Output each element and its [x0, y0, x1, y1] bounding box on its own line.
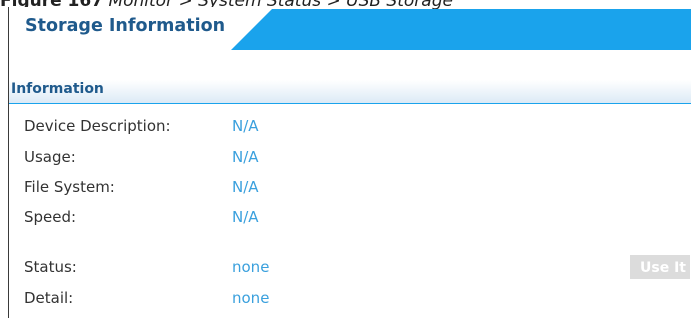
use-it-button[interactable]: Use It	[630, 255, 690, 279]
info-row-speed: Speed: N/A	[9, 203, 691, 231]
tab-corner	[231, 9, 272, 50]
field-label: Speed:	[24, 208, 77, 226]
info-row-usage: Usage: N/A	[9, 143, 691, 171]
field-label: Detail:	[24, 289, 74, 307]
tab-label: Storage Information	[25, 16, 226, 36]
field-value: none	[232, 258, 270, 276]
section-title: Information	[11, 81, 104, 97]
field-label: Device Description:	[24, 117, 171, 135]
field-value: none	[232, 289, 270, 307]
info-row-status: Status: none	[9, 253, 691, 281]
section-header: Information	[9, 80, 691, 104]
info-row-file-system: File System: N/A	[9, 173, 691, 201]
tab-storage-information[interactable]: Storage Information	[9, 7, 231, 50]
info-row-detail: Detail: none	[9, 284, 691, 312]
field-value: N/A	[232, 148, 259, 166]
field-value: N/A	[232, 178, 259, 196]
field-value: N/A	[232, 117, 259, 135]
info-row-device-description: Device Description: N/A	[9, 112, 691, 140]
field-label: Status:	[24, 258, 77, 276]
field-value: N/A	[232, 208, 259, 226]
field-label: Usage:	[24, 148, 76, 166]
field-label: File System:	[24, 178, 115, 196]
